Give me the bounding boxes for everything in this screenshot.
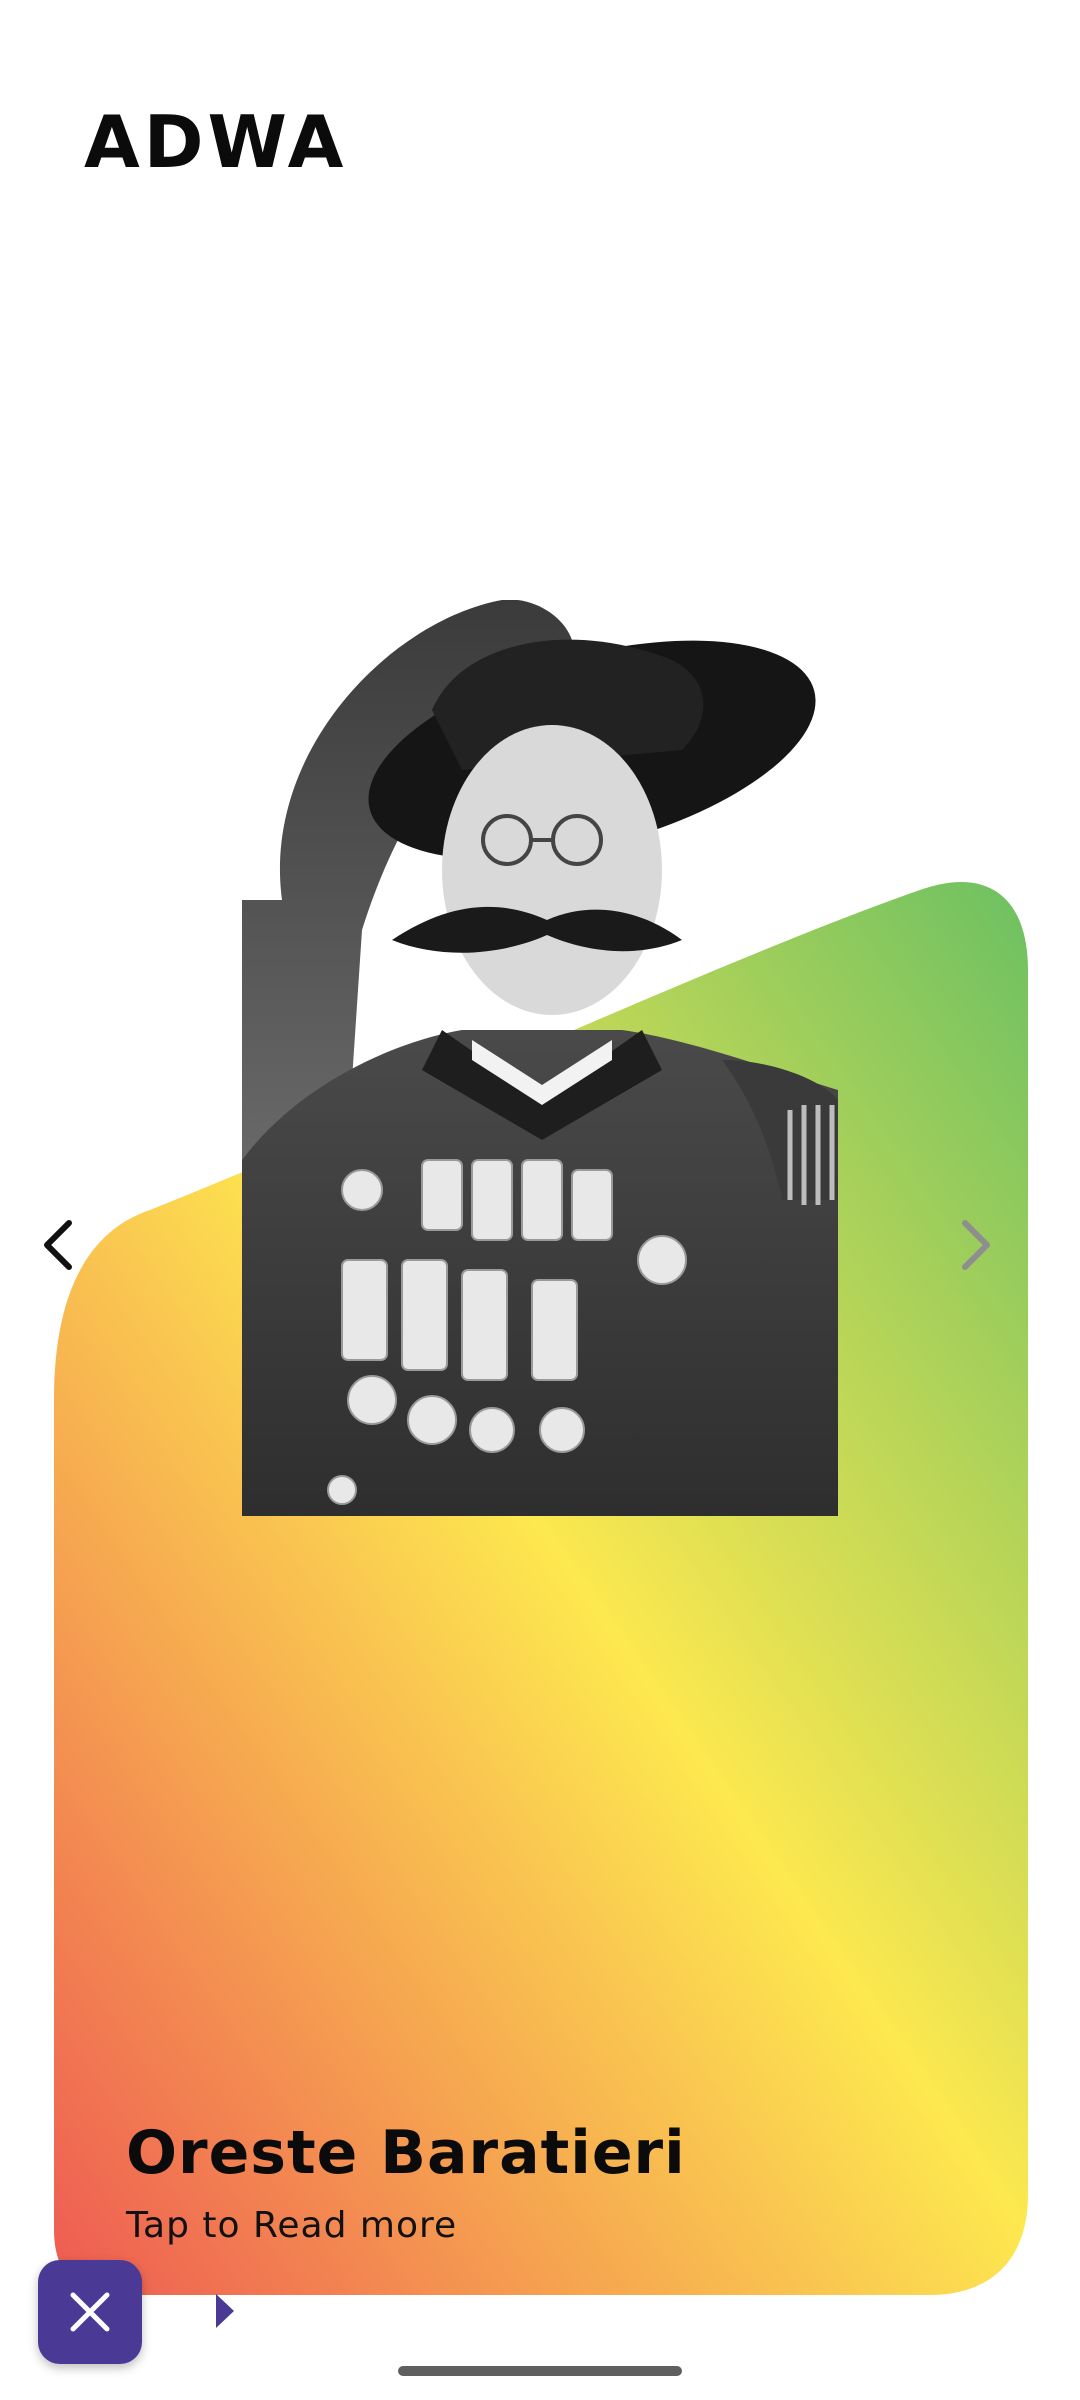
previous-button[interactable] bbox=[24, 1210, 94, 1280]
read-more-hint[interactable]: Tap to Read more bbox=[126, 2205, 457, 2246]
close-button[interactable] bbox=[38, 2260, 142, 2364]
portrait-image bbox=[242, 600, 838, 1516]
chevron-left-icon bbox=[44, 1220, 72, 1270]
play-triangle-icon[interactable] bbox=[216, 2294, 234, 2328]
close-icon bbox=[70, 2292, 110, 2332]
person-name: Oreste Baratieri bbox=[126, 2118, 686, 2188]
home-indicator[interactable] bbox=[398, 2366, 682, 2376]
chevron-right-icon bbox=[962, 1220, 990, 1270]
next-button[interactable] bbox=[940, 1210, 1010, 1280]
